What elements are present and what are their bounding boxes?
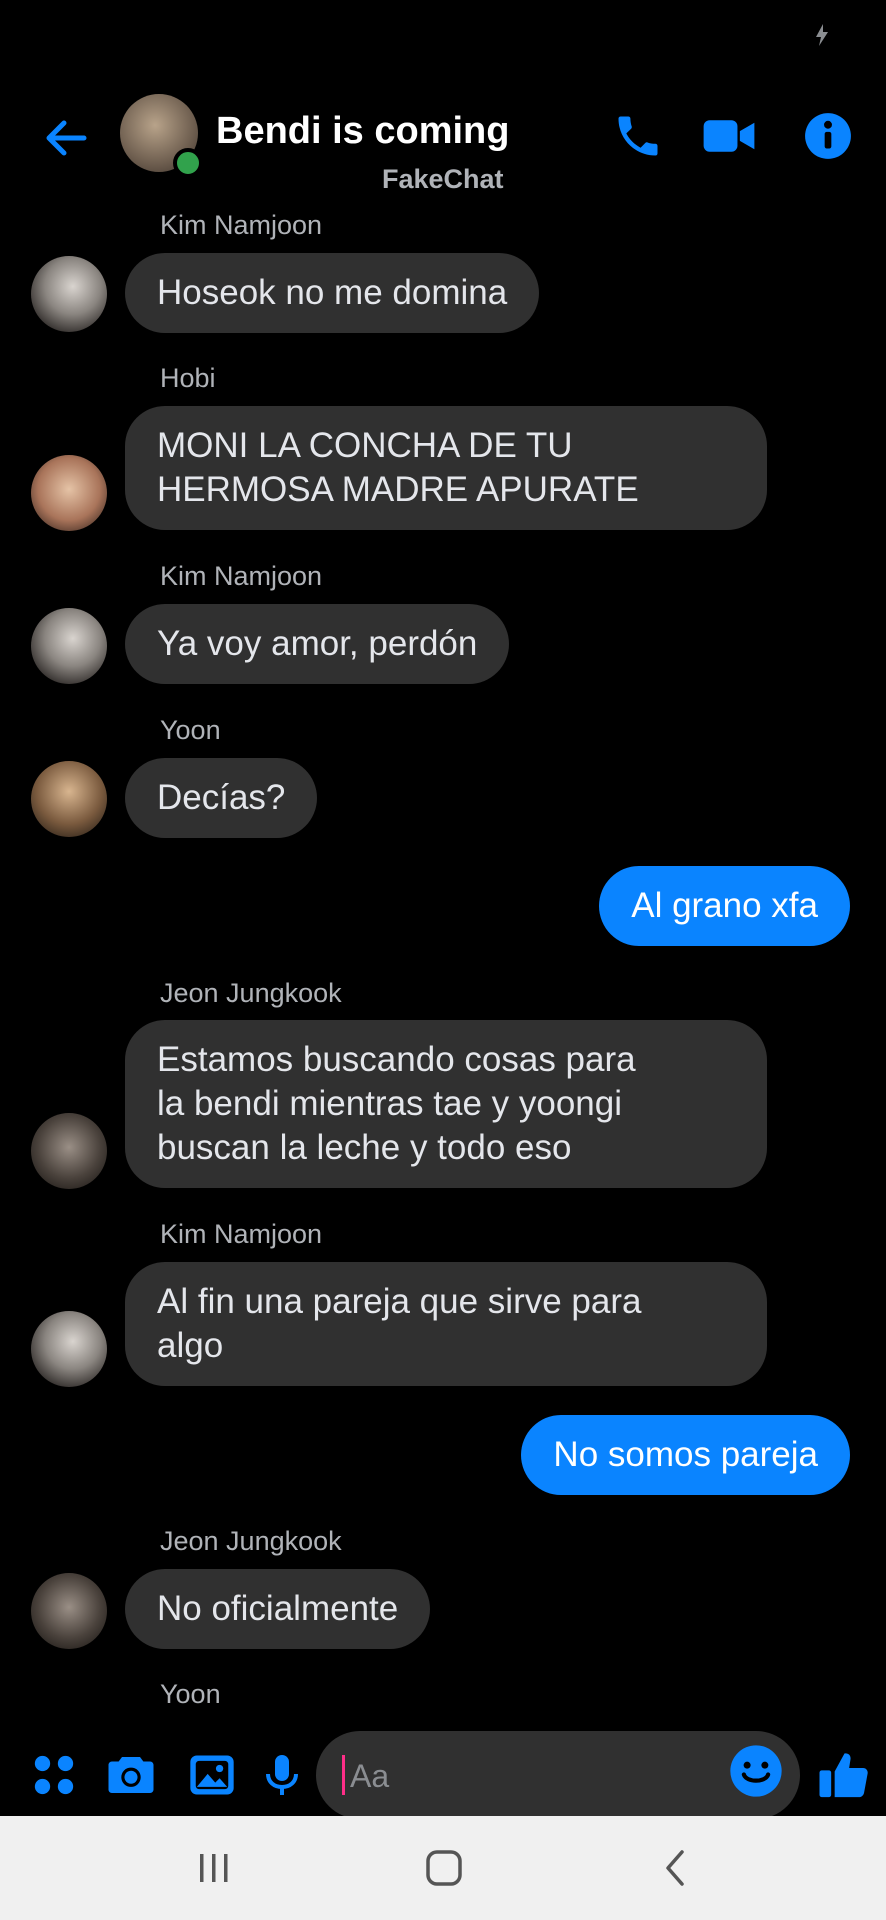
message-bubble-outgoing[interactable]: Al grano xfa	[599, 866, 850, 946]
phone-icon	[618, 116, 658, 156]
sender-avatar[interactable]	[31, 455, 107, 531]
sender-name: Kim Namjoon	[160, 561, 323, 591]
camera-icon	[108, 1757, 154, 1793]
chat-header: Bendi is coming FakeChat	[0, 90, 886, 200]
video-camera-icon	[703, 120, 755, 152]
sender-avatar[interactable]	[31, 256, 107, 332]
message-bubble-incoming[interactable]: Al fin una pareja que sirve para algo	[125, 1262, 767, 1386]
message-bubble-incoming[interactable]: No oficialmente	[125, 1569, 431, 1649]
charging-bolt-icon	[816, 24, 828, 46]
message-composer	[0, 1725, 886, 1825]
sender-avatar[interactable]	[31, 608, 107, 684]
sender-avatar[interactable]	[31, 1113, 107, 1189]
sender-name: Yoon	[160, 715, 221, 745]
apps-grid-icon	[34, 1755, 74, 1795]
video-call-button[interactable]	[697, 104, 761, 168]
sender-name: Jeon Jungkook	[160, 1526, 342, 1556]
apps-button[interactable]	[26, 1747, 82, 1803]
like-button[interactable]	[814, 1747, 874, 1803]
message-bubble-incoming[interactable]: Hoseok no me domina	[125, 253, 540, 333]
info-button[interactable]	[796, 104, 860, 168]
message-bubble-incoming[interactable]: Decías?	[125, 758, 318, 838]
back-arrow-icon	[46, 120, 87, 156]
emoji-icon[interactable]	[728, 1743, 784, 1799]
voice-call-button[interactable]	[606, 104, 670, 168]
message-bubble-incoming[interactable]: Ya voy amor, perdón	[125, 604, 510, 684]
home-button[interactable]	[414, 1842, 474, 1894]
microphone-icon	[266, 1755, 298, 1795]
sender-name: Kim Namjoon	[160, 210, 323, 240]
recent-apps-icon	[200, 1854, 228, 1882]
system-back-button[interactable]	[646, 1842, 706, 1894]
home-icon	[426, 1850, 462, 1886]
info-icon	[805, 113, 851, 159]
sender-avatar[interactable]	[31, 1573, 107, 1649]
message-bubble-outgoing[interactable]: No somos pareja	[521, 1415, 850, 1495]
camera-button[interactable]	[103, 1747, 159, 1803]
chat-title[interactable]: Bendi is coming	[216, 110, 509, 153]
online-status-dot	[173, 148, 203, 178]
message-bubble-incoming[interactable]: Estamos buscando cosas para la bendi mie…	[125, 1020, 767, 1188]
thumbs-up-icon	[819, 1753, 868, 1798]
sender-avatar[interactable]	[31, 1311, 107, 1387]
sender-name: Jeon Jungkook	[160, 978, 342, 1008]
message-bubble-incoming[interactable]: MONI LA CONCHA DE TU HERMOSA MADRE APURA…	[125, 406, 767, 530]
system-navigation-bar	[0, 1816, 886, 1920]
chat-subtitle: FakeChat	[382, 164, 504, 194]
back-icon	[666, 1850, 684, 1886]
gallery-icon	[190, 1755, 234, 1795]
status-bar	[0, 0, 886, 70]
sender-name: Hobi	[160, 363, 216, 393]
text-cursor	[342, 1755, 345, 1795]
sender-name: Yoon	[160, 1679, 221, 1709]
gallery-button[interactable]	[184, 1747, 240, 1803]
message-input-container[interactable]	[316, 1731, 800, 1821]
voice-message-button[interactable]	[254, 1747, 310, 1803]
back-button[interactable]	[38, 110, 94, 166]
sender-name: Kim Namjoon	[160, 1219, 323, 1249]
message-input[interactable]	[348, 1731, 712, 1821]
recent-apps-button[interactable]	[184, 1842, 244, 1894]
sender-avatar[interactable]	[31, 761, 107, 837]
